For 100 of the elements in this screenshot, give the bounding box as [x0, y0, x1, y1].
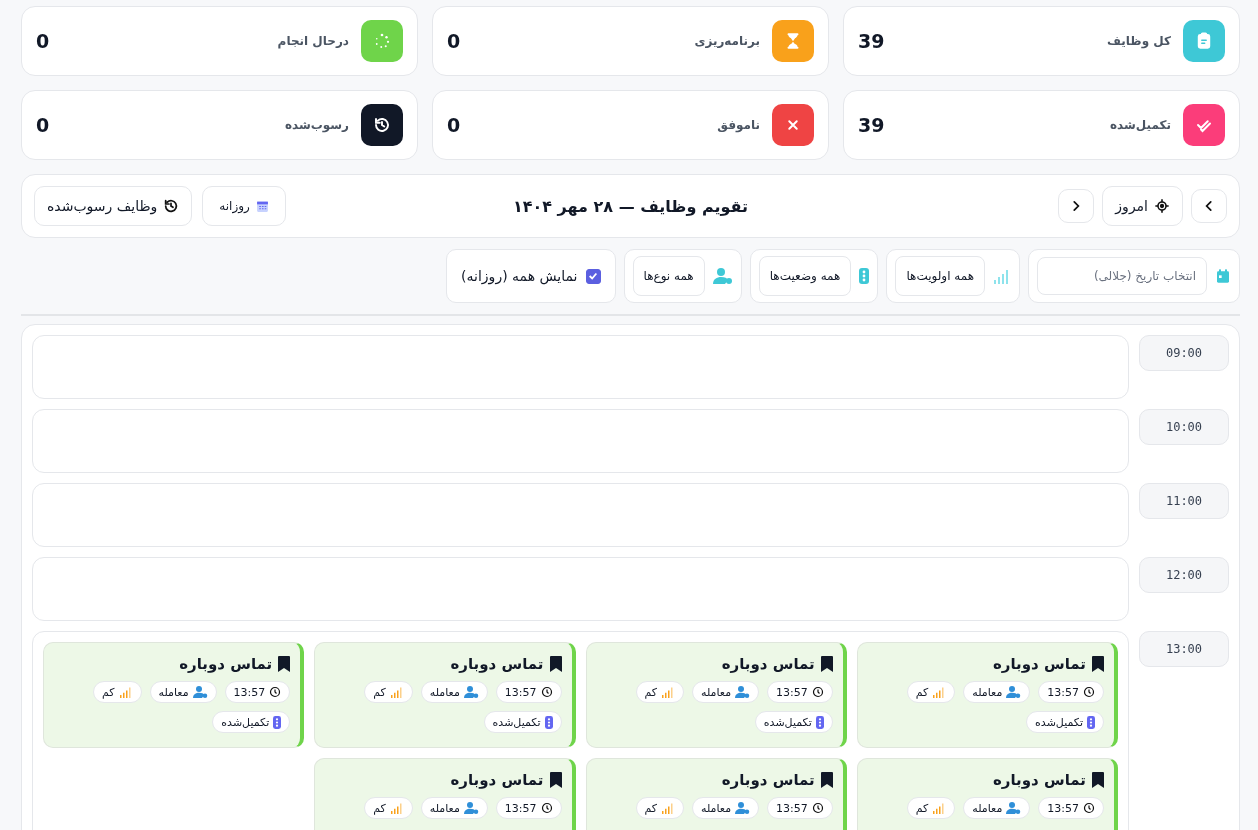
stat-label: برنامه‌ریزی	[693, 34, 760, 48]
priority-select[interactable]: همه اولویت‌ها	[895, 256, 985, 296]
signal-bars-icon	[661, 802, 676, 814]
clock-icon	[540, 802, 553, 814]
calendar-icon	[1215, 268, 1231, 284]
task-type: معامله	[429, 801, 460, 815]
task-status: تکمیل‌شده	[763, 715, 812, 729]
previous-button[interactable]	[1191, 189, 1227, 223]
task-type: معامله	[158, 685, 189, 699]
clock-icon	[811, 802, 824, 814]
stat-value: 0	[447, 114, 461, 136]
task-time: 13:57	[776, 801, 808, 815]
traffic-light-icon	[815, 715, 824, 729]
user-tag-icon	[712, 268, 733, 284]
user-tag-icon	[1006, 686, 1022, 698]
bookmark-icon	[1092, 772, 1104, 788]
task-title: تماس دوباره	[992, 655, 1086, 673]
type-select[interactable]: همه نوع‌ها	[632, 256, 705, 296]
stat-label: تکمیل‌شده	[1109, 118, 1171, 132]
signal-bars-icon	[661, 686, 676, 698]
checkmark-icon	[588, 271, 598, 281]
task-title: تماس دوباره	[179, 655, 273, 673]
bookmark-icon	[820, 772, 833, 788]
user-tag-icon	[735, 802, 751, 814]
traffic-light-icon	[1087, 715, 1095, 729]
time-label: 13:00	[1139, 631, 1229, 667]
task-time: 13:57	[1047, 801, 1079, 815]
task-status: تکمیل‌شده	[1035, 715, 1083, 729]
time-label: 12:00	[1139, 557, 1229, 593]
task-status: تکمیل‌شده	[221, 715, 270, 729]
signal-bars-icon	[389, 686, 404, 698]
calendar-title: تقویم وظایف — ۲۸ مهر ۱۴۰۴	[512, 196, 749, 216]
stat-label: ناموفق	[716, 118, 760, 132]
calendar-icon	[255, 199, 269, 213]
signal-bars-icon	[932, 686, 947, 698]
signal-bars-icon	[993, 268, 1011, 284]
bookmark-icon	[278, 656, 291, 672]
task-priority: کم	[102, 685, 115, 699]
stat-label: درحال انجام	[276, 34, 349, 48]
user-tag-icon	[463, 802, 479, 814]
user-tag-icon	[463, 686, 479, 698]
stat-value: 39	[858, 114, 885, 136]
stat-label: رسوب‌شده	[283, 118, 349, 132]
task-title: تماس دوباره	[721, 771, 815, 789]
clock-icon	[1083, 802, 1095, 814]
task-time: 13:57	[776, 685, 808, 699]
stat-value: 39	[858, 30, 885, 52]
traffic-light-icon	[273, 715, 282, 729]
task-time: 13:57	[233, 685, 266, 699]
task-type: معامله	[972, 801, 1003, 815]
task-time: 13:57	[504, 685, 537, 699]
date-input-field[interactable]: انتخاب تاریخ (جلالی)	[1037, 257, 1207, 295]
task-title: تماس دوباره	[450, 655, 544, 673]
stat-value: 0	[36, 30, 50, 52]
task-time: 13:57	[1047, 685, 1079, 699]
task-title: تماس دوباره	[450, 771, 544, 789]
task-priority: کم	[644, 801, 658, 815]
clock-icon	[540, 686, 553, 698]
task-priority: کم	[915, 801, 929, 815]
task-priority: کم	[915, 685, 929, 699]
signal-bars-icon	[389, 802, 404, 814]
traffic-light-icon	[859, 268, 870, 284]
bookmark-icon	[1092, 656, 1104, 672]
bookmark-icon	[549, 772, 562, 788]
today-button[interactable]: امروز	[1102, 186, 1183, 226]
task-priority: کم	[373, 685, 386, 699]
clock-icon	[269, 686, 282, 698]
bookmark-icon	[820, 656, 833, 672]
time-label: 11:00	[1139, 483, 1229, 519]
user-tag-icon	[735, 686, 751, 698]
time-label: 10:00	[1139, 409, 1229, 445]
task-type: معامله	[701, 685, 732, 699]
clock-icon	[811, 686, 824, 698]
task-status: تکمیل‌شده	[492, 715, 541, 729]
signal-bars-icon	[932, 802, 947, 814]
signal-bars-icon	[118, 686, 133, 698]
overdue-tasks-button[interactable]: وظایف رسوب‌شده	[34, 186, 193, 226]
user-tag-icon	[1006, 802, 1022, 814]
traffic-light-icon	[544, 715, 553, 729]
task-priority: کم	[644, 685, 658, 699]
next-button[interactable]	[1058, 189, 1095, 223]
stat-value: 0	[36, 114, 50, 136]
user-tag-icon	[192, 686, 208, 698]
task-time: 13:57	[504, 801, 537, 815]
show-all-checkbox[interactable]: نمایش همه (روزانه)	[446, 249, 616, 303]
daily-view-button[interactable]: روزانه	[202, 186, 286, 226]
task-type: معامله	[701, 801, 732, 815]
task-title: تماس دوباره	[992, 771, 1086, 789]
crosshair-icon	[1154, 198, 1170, 214]
history-icon	[163, 198, 180, 214]
time-label: 09:00	[1139, 335, 1229, 371]
clock-icon	[1083, 686, 1095, 698]
task-title: تماس دوباره	[721, 655, 815, 673]
status-select[interactable]: همه وضعیت‌ها	[758, 256, 852, 296]
task-type: معامله	[972, 685, 1003, 699]
task-type: معامله	[429, 685, 460, 699]
bookmark-icon	[549, 656, 562, 672]
stat-value: 0	[447, 30, 461, 52]
stat-label: کل وظایف	[1106, 34, 1171, 48]
task-priority: کم	[373, 801, 386, 815]
